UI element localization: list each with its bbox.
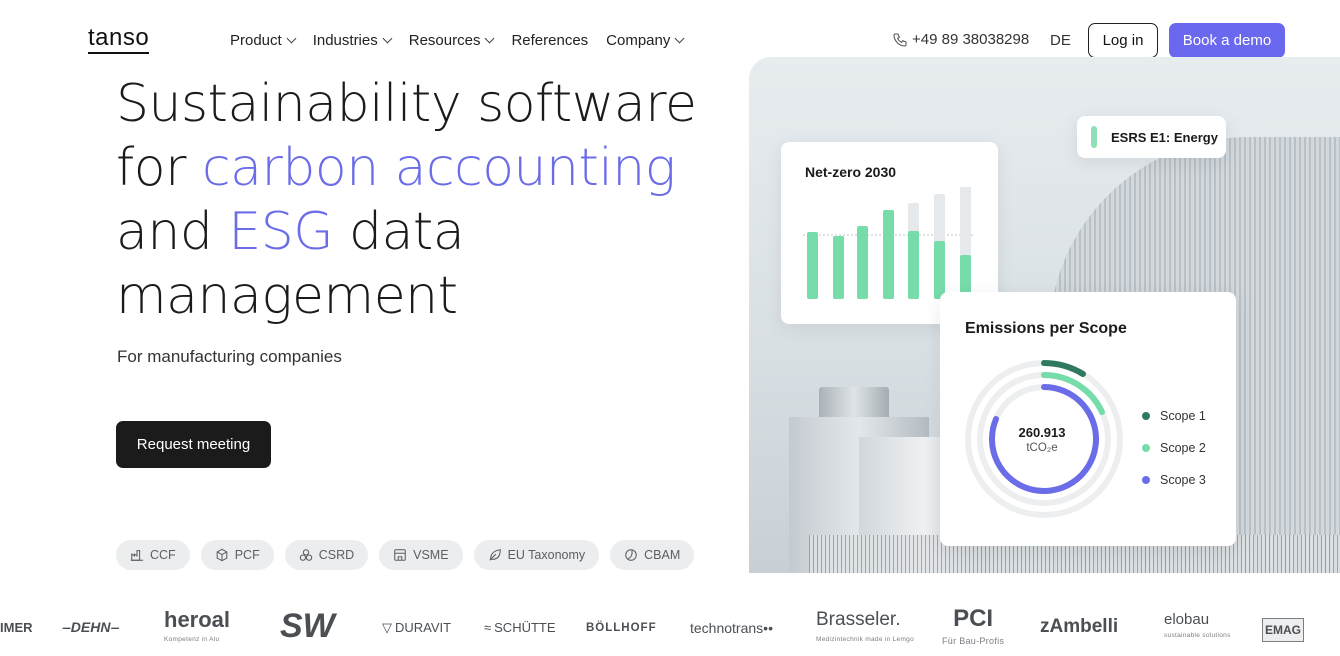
net-zero-bar-chart xyxy=(803,187,975,299)
chip-cbam[interactable]: CBAM xyxy=(610,540,695,570)
chip-csrd[interactable]: CSRD xyxy=(284,540,369,570)
globe-icon xyxy=(625,549,637,561)
hero-subtitle: For manufacturing companies xyxy=(117,347,342,366)
language-switch[interactable]: DE xyxy=(1050,32,1071,49)
logo-schuette: ≈ SCHÜTTE xyxy=(484,620,556,635)
chevron-down-icon xyxy=(485,33,495,44)
legend-item: Scope 2 xyxy=(1142,432,1206,464)
main-nav: Product Industries Resources References … xyxy=(230,32,701,49)
bar xyxy=(833,236,844,299)
logo-zambelli: zAmbelli xyxy=(1040,616,1119,637)
total-emissions-unit: tCO₂e xyxy=(1026,442,1058,454)
tanso-logo[interactable]: tanso xyxy=(88,24,149,52)
hero-heading: Sustainability software for carbon accou… xyxy=(116,74,697,326)
logo-duravit: ▽ DURAVIT xyxy=(382,620,452,635)
legend-dot xyxy=(1142,476,1150,484)
chip-ccf[interactable]: CCF xyxy=(116,540,190,570)
logo-heroal: heroal Kompetenz in Alu xyxy=(164,607,231,644)
logo-sw: SW xyxy=(280,607,335,645)
feature-chips: CCF PCF CSRD VSME EU Taxonomy CBAM xyxy=(116,540,695,570)
request-meeting-button[interactable]: Request meeting xyxy=(116,421,271,468)
phone-link[interactable]: +49 89 38038298 xyxy=(892,31,1029,48)
legend-item: Scope 1 xyxy=(1142,400,1206,432)
nav-resources[interactable]: Resources xyxy=(409,32,495,49)
emissions-card: Emissions per Scope 260.913 tCO₂e Scope … xyxy=(940,292,1236,546)
total-emissions-value: 260.913 xyxy=(1018,425,1066,440)
emissions-legend: Scope 1 Scope 2 Scope 3 xyxy=(1142,400,1206,496)
box-icon xyxy=(216,548,228,562)
book-demo-button[interactable]: Book a demo xyxy=(1169,23,1285,58)
chip-vsme[interactable]: VSME xyxy=(379,540,463,570)
net-zero-title: Net-zero 2030 xyxy=(805,164,897,180)
customer-logos: IMER ‒DEHN‒ heroal Kompetenz in Alu SW ▽ D… xyxy=(0,606,1340,656)
nav-industries[interactable]: Industries xyxy=(313,32,393,49)
phone-icon xyxy=(893,32,907,47)
esrs-marker xyxy=(1091,126,1097,148)
esrs-label: ESRS E1: Energy xyxy=(1111,130,1218,145)
nav-product[interactable]: Product xyxy=(230,32,297,49)
logo-dehn: ‒DEHN‒ xyxy=(62,619,119,635)
hero-accent: carbon accounting xyxy=(202,138,676,198)
legend-dot xyxy=(1142,412,1150,420)
nav-references[interactable]: References xyxy=(511,32,588,49)
logo-boellhoff: BÖLLHOFF xyxy=(586,622,657,634)
logo-emag: EMAG xyxy=(1262,618,1304,642)
logo-pci: PCI Für Bau-Profis xyxy=(942,605,1005,647)
logo-imer: IMER xyxy=(0,620,33,635)
chip-pcf[interactable]: PCF xyxy=(200,540,274,570)
logo-technotrans: technotrans•• xyxy=(690,620,773,636)
login-button[interactable]: Log in xyxy=(1088,23,1158,58)
logo-brasseler: Brasseler. Medizintechnik made in Lemgo xyxy=(816,609,915,644)
bar xyxy=(807,232,818,299)
hero-accent: ESG xyxy=(228,202,334,262)
esrs-tag: ESRS E1: Energy xyxy=(1077,116,1226,158)
store-icon xyxy=(394,549,406,561)
legend-dot xyxy=(1142,444,1150,452)
chevron-down-icon xyxy=(674,33,685,44)
factory-icon xyxy=(130,550,144,561)
leaf-icon xyxy=(488,549,501,561)
bar xyxy=(857,226,868,299)
bar xyxy=(908,231,919,299)
bar xyxy=(934,241,945,299)
bar xyxy=(883,210,894,299)
legend-item: Scope 3 xyxy=(1142,464,1206,496)
chip-eu-taxonomy[interactable]: EU Taxonomy xyxy=(473,540,600,570)
chevron-down-icon xyxy=(286,33,297,44)
chevron-down-icon xyxy=(382,33,393,44)
nav-company[interactable]: Company xyxy=(606,32,685,49)
shapes-icon xyxy=(299,549,312,561)
logo-elobau: elobau sustainable solutions xyxy=(1164,611,1231,640)
emissions-title: Emissions per Scope xyxy=(965,320,1127,337)
